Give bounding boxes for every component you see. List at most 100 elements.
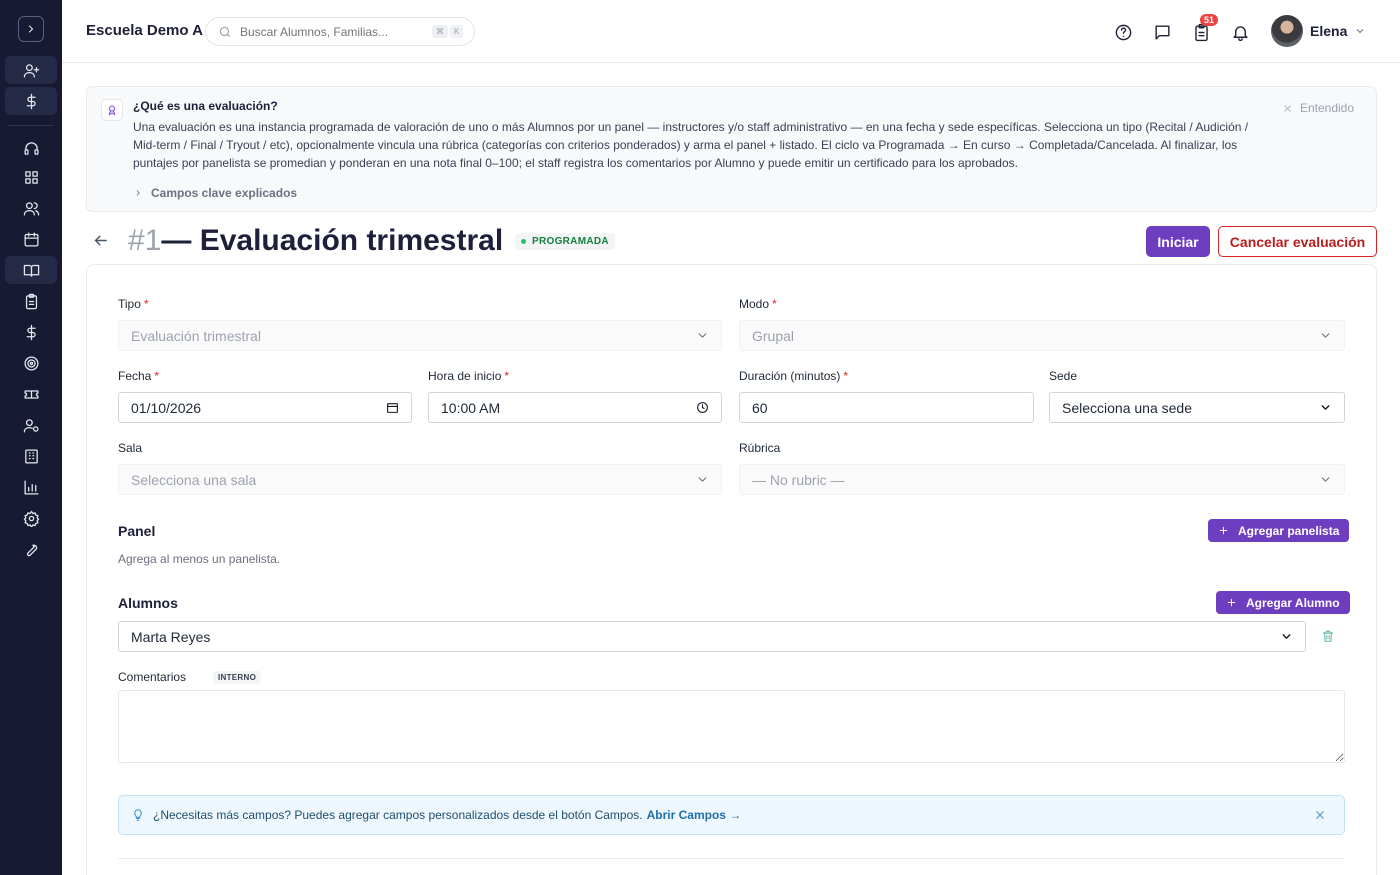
- sidebar-item-evaluations[interactable]: [5, 256, 57, 284]
- dollar-icon: [26, 324, 36, 340]
- sidebar-item-settings[interactable]: [5, 504, 57, 532]
- search-input[interactable]: [240, 24, 430, 39]
- tipo-value: Evaluación trimestral: [131, 327, 261, 344]
- tip-message: ¿Necesitas más campos? Puedes agregar ca…: [153, 808, 643, 822]
- sidebar-item-tickets[interactable]: [5, 380, 57, 408]
- sala-label: Sala: [118, 441, 143, 455]
- rubrica-label: Rúbrica: [739, 441, 781, 455]
- chevron-down-icon: [1321, 333, 1330, 338]
- headset-icon: [23, 141, 39, 155]
- help-button[interactable]: [1112, 21, 1134, 43]
- plus-icon: [1219, 526, 1228, 535]
- clock-icon[interactable]: [696, 401, 709, 414]
- hora-label: Hora de inicio *: [428, 369, 510, 383]
- sidebar-item-payments[interactable]: [5, 318, 57, 346]
- sidebar-item-add-user[interactable]: [5, 56, 57, 84]
- key-fields-toggle[interactable]: Campos clave explicados: [133, 186, 297, 200]
- gear-icon: [23, 510, 39, 527]
- shortcut-key-k: K: [450, 25, 464, 38]
- sidebar-item-reports[interactable]: [5, 473, 57, 501]
- divider: [118, 858, 1345, 859]
- sidebar-item-clipboard[interactable]: [5, 287, 57, 315]
- info-panel: ¿Qué es una evaluación? Una evaluación e…: [86, 86, 1377, 212]
- comments-textarea[interactable]: [118, 690, 1345, 763]
- panel-title: Panel: [118, 523, 156, 539]
- sidebar-item-staff[interactable]: [5, 411, 57, 439]
- key-fields-label: Campos clave explicados: [151, 186, 298, 200]
- fecha-label: Fecha *: [118, 369, 160, 383]
- info-title: ¿Qué es una evaluación?: [133, 99, 278, 113]
- comentarios-label: Comentarios: [118, 670, 187, 684]
- chevron-down-icon: [698, 333, 707, 338]
- book-open-icon: [23, 264, 39, 277]
- start-button[interactable]: Iniciar: [1146, 226, 1210, 257]
- status-label: PROGRAMADA: [532, 236, 609, 247]
- sidebar-item-people[interactable]: [5, 194, 57, 222]
- sede-value: Selecciona una sede: [1062, 399, 1192, 416]
- tipo-label: Tipo *: [118, 297, 149, 311]
- messages-button[interactable]: [1151, 21, 1173, 43]
- hora-input[interactable]: 10:00 AM: [428, 392, 722, 423]
- cancel-evaluation-button[interactable]: Cancelar evaluación: [1218, 226, 1377, 257]
- fecha-input[interactable]: 01/10/2026: [118, 392, 412, 423]
- sidebar-item-dashboard[interactable]: [5, 163, 57, 191]
- search-box[interactable]: ⌘ K: [205, 17, 475, 46]
- dismiss-info-button[interactable]: Entendido: [1283, 101, 1354, 115]
- duracion-value: 60: [752, 399, 768, 416]
- modo-select[interactable]: Grupal: [739, 320, 1345, 351]
- panel-empty-message: Agrega al menos un panelista.: [118, 552, 281, 566]
- close-icon: [1316, 811, 1324, 819]
- plus-icon: [1227, 598, 1236, 607]
- evaluation-title: — Evaluación trimestral: [161, 224, 504, 257]
- calendar-icon[interactable]: [386, 401, 399, 414]
- user-settings-icon: [23, 418, 39, 433]
- open-fields-link[interactable]: Abrir Campos →: [647, 808, 742, 822]
- student-select[interactable]: Marta Reyes: [118, 621, 1306, 652]
- evaluation-form-card: [86, 264, 1377, 875]
- sidebar-item-calendar[interactable]: [5, 225, 57, 253]
- sidebar: [0, 0, 62, 875]
- sidebar-expand-button[interactable]: [18, 16, 44, 42]
- sede-select[interactable]: Selecciona una sede: [1049, 392, 1345, 423]
- close-tip-button[interactable]: [1314, 809, 1326, 821]
- dollar-icon: [26, 93, 36, 109]
- dismiss-label: Entendido: [1299, 101, 1354, 115]
- clipboard-icon: [25, 293, 37, 309]
- sidebar-item-billing[interactable]: [5, 87, 57, 115]
- sidebar-item-support[interactable]: [5, 134, 57, 162]
- sidebar-item-goals[interactable]: [5, 349, 57, 377]
- duracion-input[interactable]: 60: [739, 392, 1034, 423]
- sidebar-item-tools[interactable]: [5, 535, 57, 563]
- users-icon: [23, 201, 39, 216]
- remove-student-button[interactable]: [1321, 629, 1337, 645]
- sala-select[interactable]: Selecciona una sala: [118, 464, 722, 495]
- student-value: Marta Reyes: [131, 628, 211, 645]
- back-button[interactable]: [92, 232, 110, 250]
- lightbulb-icon: [134, 809, 142, 821]
- add-student-label: Agregar Alumno: [1246, 595, 1340, 610]
- sidebar-item-facilities[interactable]: [5, 442, 57, 470]
- add-student-button[interactable]: Agregar Alumno: [1216, 591, 1350, 614]
- status-dot: [521, 239, 526, 244]
- user-name[interactable]: Elena: [1310, 23, 1347, 39]
- tipo-select[interactable]: Evaluación trimestral: [118, 320, 722, 351]
- bell-icon: [1232, 25, 1248, 41]
- fecha-value: 01/10/2026: [131, 399, 202, 416]
- rubrica-select[interactable]: — No rubric —: [739, 464, 1345, 495]
- hora-value: 10:00 AM: [441, 399, 501, 416]
- building-icon: [24, 448, 38, 464]
- notifications-button[interactable]: [1229, 21, 1251, 43]
- notification-count-badge: 51: [1200, 14, 1219, 26]
- help-circle-icon: [1115, 24, 1131, 40]
- avatar[interactable]: [1271, 15, 1303, 47]
- school-name: Escuela Demo A: [86, 22, 203, 39]
- modo-label: Modo *: [739, 297, 777, 311]
- internal-tag: INTERNO: [213, 671, 262, 684]
- trash-icon: [1322, 630, 1334, 642]
- user-menu-toggle[interactable]: [1354, 24, 1366, 36]
- chevron-right-icon: [28, 25, 34, 33]
- add-panelist-button[interactable]: Agregar panelista: [1208, 519, 1350, 542]
- sede-label: Sede: [1049, 369, 1078, 383]
- arrow-left-icon: [94, 235, 107, 246]
- add-panelist-label: Agregar panelista: [1238, 523, 1340, 538]
